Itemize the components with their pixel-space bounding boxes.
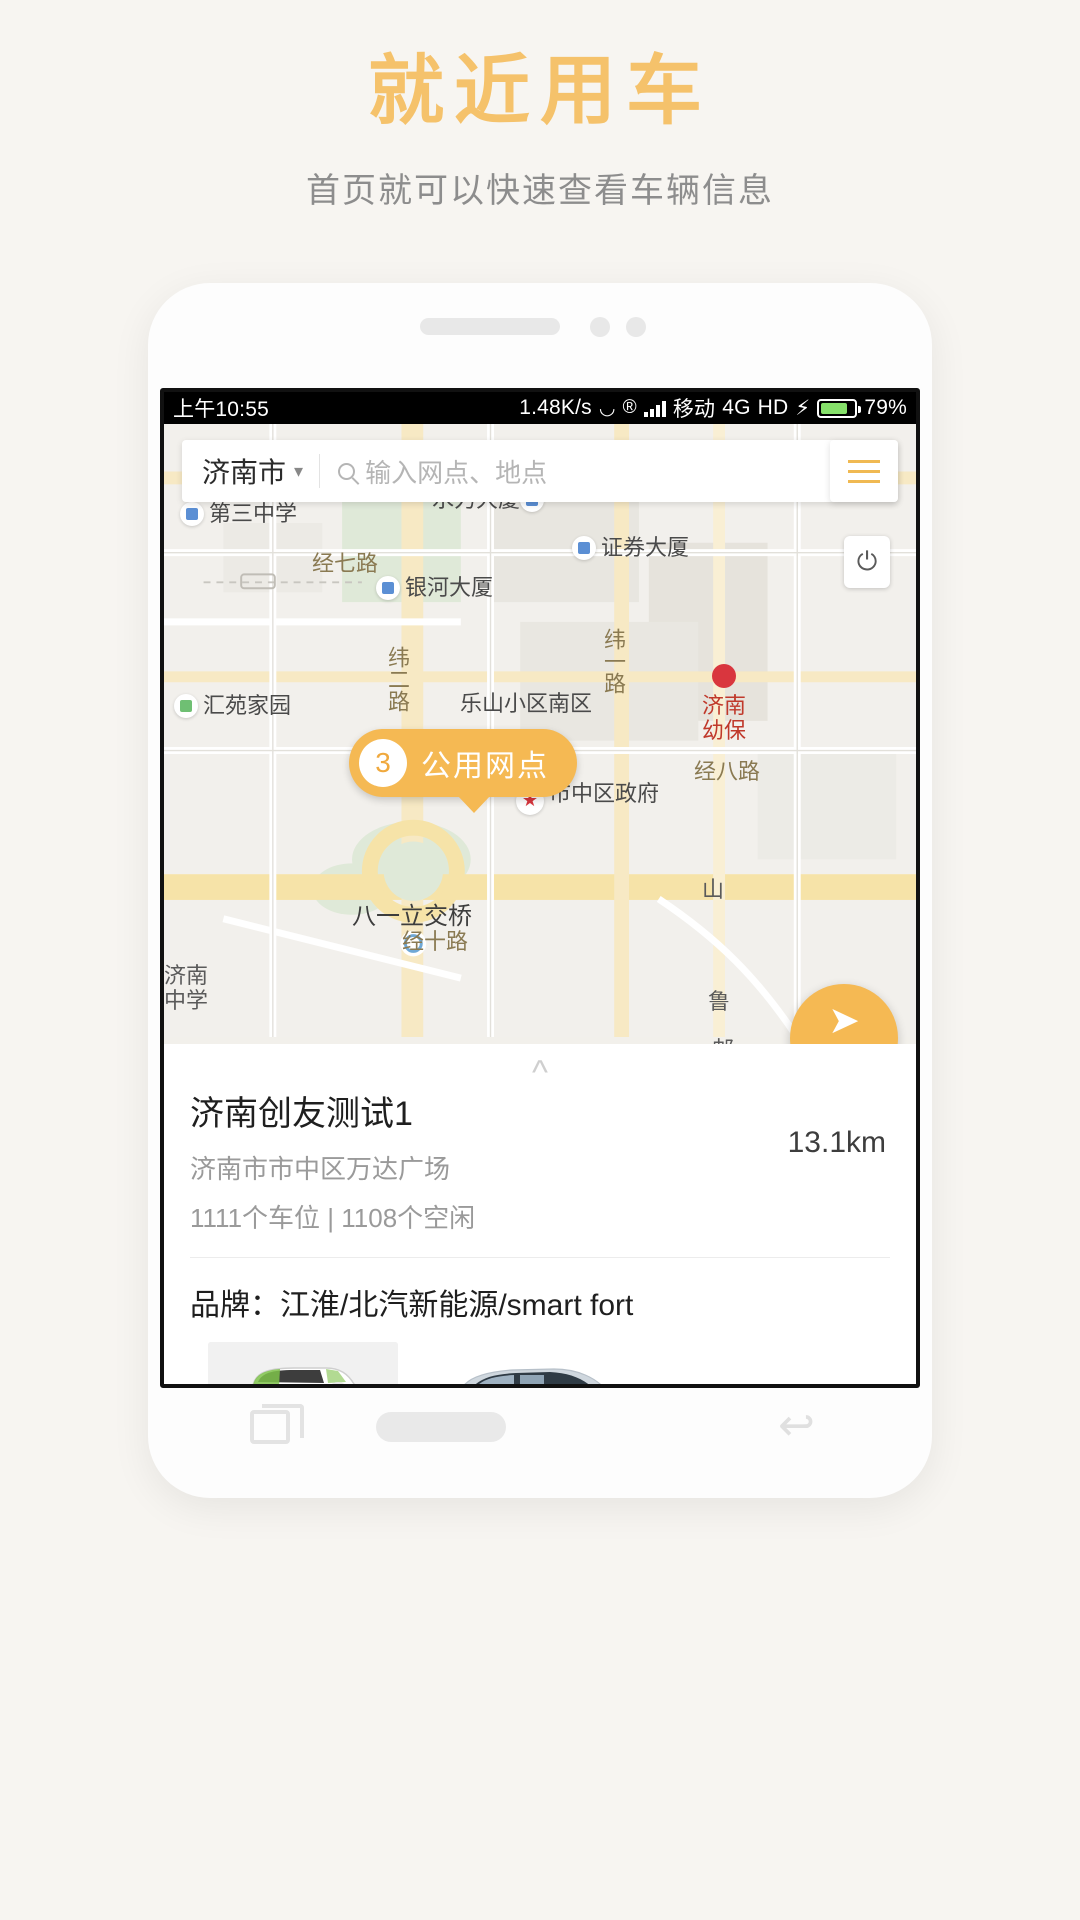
- map-label-poi: 乐山小区南区: [460, 692, 593, 717]
- map-road-label: 纬一路: [600, 628, 625, 694]
- poi-blue-icon: [376, 576, 400, 600]
- map-road-label: 经八路: [694, 760, 761, 785]
- car-item[interactable]: smart fortwo: [208, 1342, 398, 1384]
- search-placeholder: 输入网点、地点: [365, 457, 548, 488]
- charging-bolt-icon: ⚡: [795, 396, 811, 420]
- back-icon[interactable]: ↩: [778, 1404, 822, 1448]
- map-label-poi: 银河大厦: [376, 570, 493, 602]
- car-list: smart fortwo: [190, 1342, 890, 1384]
- chevron-down-icon: ▾: [294, 460, 304, 481]
- divider: [190, 1257, 890, 1258]
- status-battery-pct: 79%: [864, 396, 907, 419]
- phone-nav-row: ↩: [148, 1400, 932, 1460]
- sensor-dot-icon: [590, 317, 610, 337]
- charging-station-icon[interactable]: ⏻: [844, 536, 890, 588]
- status-netspeed: 1.48K/s: [519, 396, 592, 419]
- chevron-up-icon[interactable]: ^: [532, 1056, 548, 1090]
- station-distance: 13.1km: [787, 1126, 886, 1159]
- search-input[interactable]: 输入网点、地点: [320, 453, 898, 490]
- smart-fortwo-image: [208, 1342, 398, 1384]
- map-cluster-marker[interactable]: 3 公用网点: [349, 729, 577, 813]
- map-label-misc: 山: [702, 878, 725, 903]
- status-bar: 上午10:55 1.48K/s ◡ ® 移动 4G HD ⚡ 79%: [164, 392, 916, 424]
- camera-dot-icon: [626, 317, 646, 337]
- brand-row: 品牌：江淮/北汽新能源/smart fort: [190, 1289, 634, 1322]
- recents-icon[interactable]: [250, 1404, 304, 1444]
- cluster-count: 3: [359, 739, 407, 787]
- promo-header: 就近用车 首页就可以快速查看车辆信息: [0, 0, 1080, 212]
- home-bar-icon[interactable]: [376, 1412, 506, 1442]
- navigate-arrow-icon: ➤: [828, 1000, 860, 1042]
- map-label-poi: 济南 幼保: [702, 664, 746, 745]
- hamburger-menu-icon[interactable]: [830, 440, 898, 502]
- station-detail-card: ^ 济南创友测试1 济南市市中区万达广场 1111个车位 | 1108个空闲 1…: [164, 1044, 916, 1384]
- status-network: 4G: [722, 396, 751, 419]
- page-subtitle: 首页就可以快速查看车辆信息: [306, 172, 774, 210]
- map-road-label: 纬二路: [384, 646, 409, 712]
- map-label-misc: 鲁: [708, 990, 731, 1015]
- city-label: 济南市: [202, 457, 287, 488]
- map-label-misc: 邮: [712, 1032, 734, 1044]
- poi-green-icon: [174, 694, 198, 718]
- navigate-label: 导航: [822, 1039, 866, 1044]
- status-hd: HD: [757, 396, 789, 419]
- registered-icon: ®: [622, 397, 637, 418]
- car-thumbnail: [438, 1342, 628, 1384]
- map-road-label: 经十路: [402, 930, 469, 955]
- map-label-misc: 济南 中学: [164, 964, 209, 1015]
- car-item[interactable]: EV160: [438, 1342, 628, 1384]
- city-selector[interactable]: 济南市 ▾: [182, 451, 319, 491]
- map-road-label: 经七路: [312, 552, 379, 577]
- speaker-grill-icon: [420, 318, 560, 335]
- search-bar[interactable]: 济南市 ▾ 输入网点、地点: [182, 440, 898, 502]
- station-slots: 1111个车位 | 1108个空闲: [190, 1203, 476, 1233]
- car-thumbnail: [208, 1342, 398, 1384]
- map-view[interactable]: 第三中学 水力大厦 证券大厦 银河大厦 汇苑家园 乐山小区南区 ★市中区政府 八…: [164, 424, 916, 1044]
- page-title: 就近用车: [368, 49, 712, 134]
- status-carrier: 移动: [672, 398, 716, 421]
- phone-screen: 上午10:55 1.48K/s ◡ ® 移动 4G HD ⚡ 79% 第三中学 …: [160, 388, 920, 1388]
- cluster-label: 公用网点: [421, 750, 549, 783]
- battery-icon: [817, 398, 862, 418]
- station-address: 济南市市中区万达广场: [190, 1154, 451, 1184]
- search-icon: [338, 462, 356, 480]
- map-label-poi: 汇苑家园: [174, 688, 291, 720]
- poi-blue-icon: [180, 502, 204, 526]
- ev160-image: [438, 1342, 628, 1384]
- signal-bars-icon: [643, 400, 666, 417]
- phone-mockup: 上午10:55 1.48K/s ◡ ® 移动 4G HD ⚡ 79% 第三中学 …: [148, 283, 932, 1498]
- map-label-poi: 证券大厦: [572, 530, 689, 562]
- status-time: 上午10:55: [173, 398, 269, 421]
- poi-blue-icon: [572, 536, 596, 560]
- wifi-icon: ◡: [598, 397, 616, 419]
